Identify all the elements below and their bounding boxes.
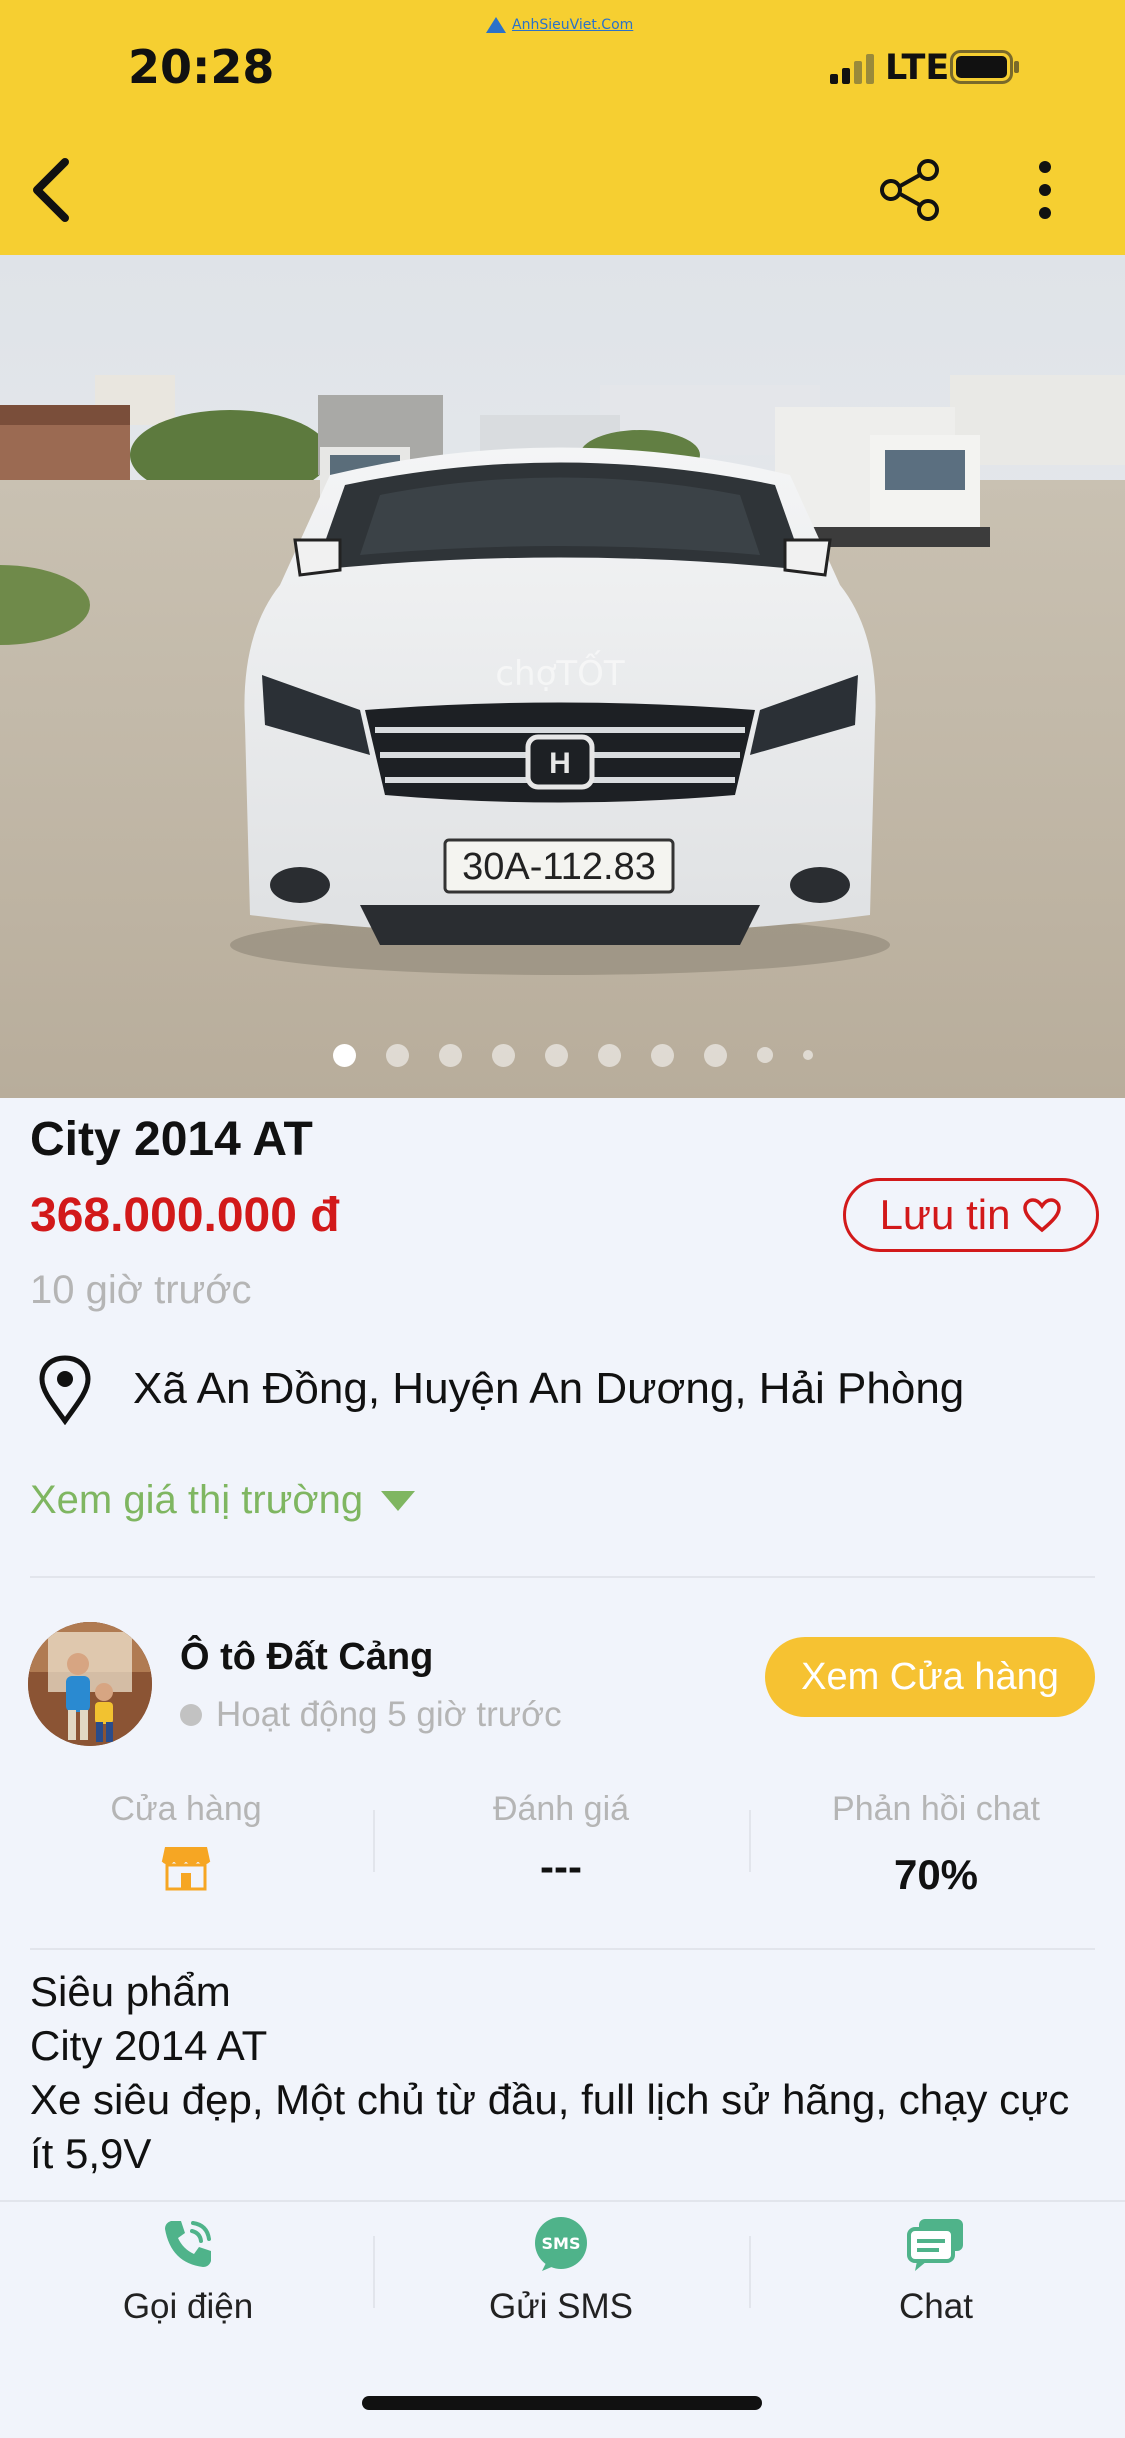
stat-rating-label: Đánh giá: [492, 1790, 630, 1828]
caret-down-icon: [381, 1490, 416, 1511]
network-type: LTE: [885, 48, 950, 88]
stat-chat-value: 70%: [893, 1851, 979, 1898]
listing-description: Siêu phẩm City 2014 AT Xe siêu đẹp, Một …: [30, 1968, 1070, 2177]
home-indicator[interactable]: [362, 2396, 762, 2410]
chat-icon: [907, 2219, 963, 2271]
car-photo-image: H 30A-112.83 chợTỐT: [0, 255, 1125, 1098]
save-listing-button[interactable]: Lưu tin: [843, 1178, 1099, 1252]
photo-watermark: chợTỐT: [495, 649, 625, 694]
sms-icon-text: SMS: [542, 2234, 581, 2253]
listing-title: City 2014 AT: [30, 1113, 313, 1166]
listing-location: Xã An Đồng, Huyện An Dương, Hải Phòng: [133, 1364, 965, 1413]
stat-separator: [749, 1810, 751, 1872]
stat-rating: Đánh giá ---: [411, 1790, 711, 1891]
seller-status-text: Hoạt động 5 giờ trước: [216, 1695, 562, 1734]
location-pin-icon: [39, 1355, 91, 1425]
market-price-link[interactable]: Xem giá thị trường: [30, 1478, 416, 1523]
seller-name[interactable]: Ô tô Đất Cảng: [180, 1636, 433, 1679]
stat-store-label: Cửa hàng: [110, 1790, 262, 1828]
pagination-dot[interactable]: [544, 1043, 568, 1067]
watermark-text: AnhSieuViet.Com: [512, 17, 634, 33]
pagination-dot[interactable]: [703, 1043, 727, 1067]
battery-icon: [950, 50, 1019, 84]
photo-pagination[interactable]: [0, 1040, 1125, 1070]
seller-avatar[interactable]: [28, 1622, 152, 1746]
chat-button[interactable]: Chat: [786, 2215, 1086, 2327]
chat-label: Chat: [899, 2287, 973, 2326]
divider: [30, 1948, 1095, 1950]
license-plate-text: 30A-112.83: [462, 846, 656, 888]
action-separator: [373, 2236, 375, 2308]
posted-time: 10 giờ trước: [30, 1268, 252, 1312]
pagination-dot[interactable]: [802, 1050, 813, 1060]
signal-icon: [830, 54, 874, 84]
more-options-button[interactable]: [1010, 150, 1080, 230]
view-store-button[interactable]: Xem Cửa hàng: [765, 1637, 1095, 1717]
pagination-dot[interactable]: [491, 1043, 515, 1067]
pagination-dot[interactable]: [756, 1047, 773, 1063]
store-icon: [161, 1847, 211, 1891]
call-label: Gọi điện: [122, 2287, 254, 2326]
listing-price: 368.000.000 đ: [30, 1189, 340, 1242]
divider: [30, 1576, 1095, 1578]
status-time: 20:28: [128, 40, 275, 94]
stat-separator: [373, 1810, 375, 1872]
pagination-dot[interactable]: [385, 1043, 409, 1067]
share-icon: [880, 159, 939, 221]
watermark-logo-icon: [486, 17, 506, 33]
pagination-dot[interactable]: [650, 1043, 674, 1067]
stat-chat-label: Phản hồi chat: [832, 1790, 1040, 1828]
pagination-dot[interactable]: [438, 1043, 462, 1067]
more-vertical-icon: [1039, 161, 1051, 219]
sms-icon: SMS: [535, 2217, 587, 2271]
car-photo[interactable]: H 30A-112.83 chợTỐT: [0, 255, 1125, 1098]
sms-button[interactable]: SMS Gửi SMS: [411, 2215, 711, 2327]
phone-icon: [165, 2221, 211, 2267]
pagination-dot[interactable]: [332, 1043, 356, 1067]
pagination-dot[interactable]: [597, 1043, 621, 1067]
back-button[interactable]: [20, 150, 80, 230]
share-button[interactable]: [870, 150, 950, 230]
avatar-image: [28, 1622, 152, 1746]
status-indicator: [180, 1704, 202, 1726]
stat-chat-response: Phản hồi chat 70%: [786, 1790, 1086, 1899]
stat-rating-value: ---: [540, 1843, 582, 1890]
watermark: AnhSieuViet.Com: [486, 14, 636, 36]
market-price-label: Xem giá thị trường: [30, 1478, 364, 1522]
svg-text:H: H: [549, 747, 571, 780]
heart-icon: [1023, 1198, 1062, 1233]
call-button[interactable]: Gọi điện: [38, 2215, 338, 2327]
top-bar: [0, 0, 1125, 255]
seller-status: Hoạt động 5 giờ trước: [180, 1695, 562, 1735]
chevron-left-icon: [33, 158, 69, 222]
save-listing-label: Lưu tin: [879, 1191, 1011, 1238]
sms-label: Gửi SMS: [489, 2287, 633, 2326]
action-separator: [749, 2236, 751, 2308]
stat-store: Cửa hàng: [36, 1790, 336, 1891]
